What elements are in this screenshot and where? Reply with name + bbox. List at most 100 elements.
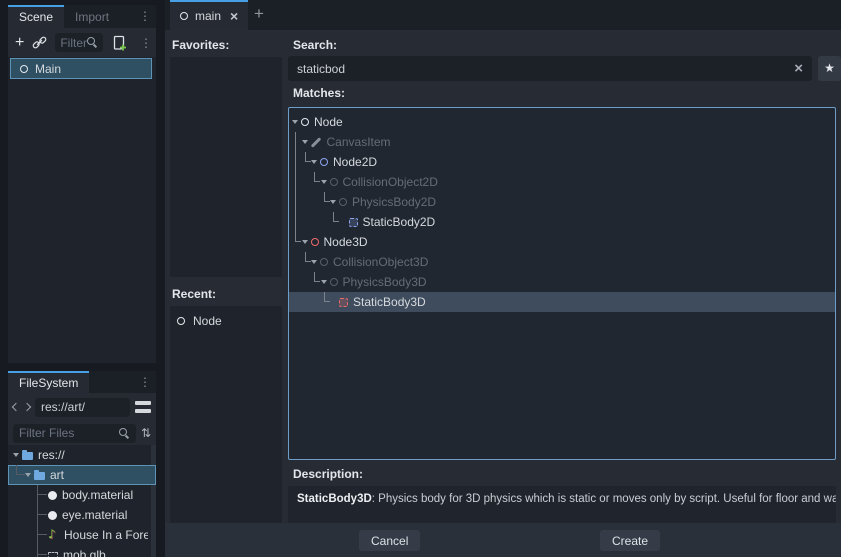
matches-label: Matches: [293,86,345,100]
dialog-button-bar: Cancel Create [165,523,841,557]
filter-files-input[interactable]: Filter Files [13,424,136,443]
pencil-icon [311,137,322,148]
scene-tab-main[interactable]: main × [170,0,248,30]
filesystem-filter-row: Filter Files ⇅ [8,421,156,445]
collapse-chevron-icon[interactable] [12,445,22,465]
scene-dock-tabbar: Scene Import ⋮ [8,5,156,28]
node-type-label: Node2D [333,155,377,169]
cancel-button[interactable]: Cancel [359,530,420,551]
collapse-chevron-icon[interactable] [301,232,311,252]
scene-toolbar: + Filter ⋮ [8,28,156,57]
node-type-label: PhysicsBody3D [343,275,427,289]
node-type-label: CollisionObject3D [333,255,428,269]
clear-search-icon[interactable]: × [794,63,803,75]
ring-white-icon [177,317,185,325]
search-label: Search: [293,38,337,52]
matches-item-node2d[interactable]: Node2D [289,152,835,172]
collapse-chevron-icon[interactable] [291,112,301,132]
ring-gray-icon [330,278,338,286]
scene-toolbar-menu-icon[interactable]: ⋮ [135,34,157,52]
folder-icon [34,472,45,480]
search-icon [87,37,98,48]
matches-item-physicsbody3d[interactable]: PhysicsBody3D [289,272,835,292]
recent-item-node[interactable]: Node [170,311,282,331]
box-red-icon [339,298,348,307]
new-scene-tab-icon[interactable]: + [245,0,273,30]
file-label: mob.glb [63,548,106,557]
sphere-icon [48,511,57,520]
sphere-icon [48,491,57,500]
file-label: body.material [62,488,133,502]
toggle-split-mode-icon[interactable] [135,401,151,413]
create-button[interactable]: Create [600,530,660,551]
collapse-chevron-icon[interactable] [24,465,34,485]
audio-icon [48,529,59,542]
matches-item-physicsbody2d[interactable]: PhysicsBody2D [289,192,835,212]
node-type-label: StaticBody2D [363,215,436,229]
filesystem-item-mob-glb[interactable]: mob.glb [8,545,156,557]
tab-import[interactable]: Import [64,5,120,28]
filter-files-placeholder: Filter Files [19,426,74,440]
node-type-label: Node3D [324,235,368,249]
favorite-toggle-button[interactable]: ★ [818,56,841,81]
scene-filter-placeholder: Filter [60,36,87,50]
tree-connector [37,545,48,557]
description-box: StaticBody3D: Physics body for 3D physic… [288,486,836,523]
filesystem-item-eye-material[interactable]: eye.material [8,505,156,525]
collapse-chevron-icon[interactable] [310,152,320,172]
ring-gray-icon [320,258,328,266]
matches-item-collisionobject3d[interactable]: CollisionObject3D [289,252,835,272]
recent-list[interactable]: Node [170,306,282,523]
matches-item-staticbody3d[interactable]: StaticBody3D [289,292,835,312]
recent-label: Recent: [172,287,216,301]
filesystem-menu-icon[interactable]: ⋮ [134,371,156,394]
collapse-chevron-icon[interactable] [320,272,330,292]
ring-blue-icon [320,158,328,166]
matches-item-node[interactable]: Node [289,112,835,132]
filesystem-item-art[interactable]: art [8,465,156,485]
dock-menu-icon[interactable]: ⋮ [134,5,156,28]
path-input[interactable]: res://art/ [35,398,130,417]
scene-tab-label: main [195,9,221,23]
tab-scene[interactable]: Scene [8,5,64,28]
collapse-chevron-icon[interactable] [310,252,320,272]
filesystem-item-res-[interactable]: res:// [8,445,156,465]
favorites-label: Favorites: [172,38,229,52]
ring-gray-icon [339,198,347,206]
filesystem-item-house-in-a-forest-lo[interactable]: House In a Forest Lo [8,525,156,545]
tab-filesystem[interactable]: FileSystem [8,371,89,394]
file-label: House In a Forest Lo [64,528,148,542]
scene-tree-item-main[interactable]: Main [10,58,152,79]
matches-item-canvasitem[interactable]: CanvasItem [289,132,835,152]
ring-red-icon [311,238,319,246]
scene-filter-input[interactable]: Filter [55,33,103,52]
tree-connector [37,485,48,505]
filesystem-nav: res://art/ [8,393,156,421]
matches-item-collisionobject2d[interactable]: CollisionObject2D [289,172,835,192]
matches-item-node3d[interactable]: Node3D [289,232,835,252]
collapse-chevron-icon[interactable] [329,192,339,212]
filesystem-dock: FileSystem ⋮ res://art/ Filter Files ⇅ r… [8,371,156,557]
filesystem-item-body-material[interactable]: body.material [8,485,156,505]
matches-item-staticbody2d[interactable]: StaticBody2D [289,212,835,232]
filesystem-body: res://art/ Filter Files ⇅ res://art body.… [8,393,156,557]
favorites-list[interactable] [170,57,282,277]
search-input[interactable]: staticbod × [288,56,812,81]
instance-scene-icon[interactable] [32,35,47,50]
tree-connector [324,292,330,302]
scene-dock: Scene Import ⋮ + Filter ⋮ [8,5,156,363]
attach-script-icon[interactable] [111,35,127,51]
back-icon[interactable] [12,403,20,411]
collapse-chevron-icon[interactable] [320,172,330,192]
node-type-label: CanvasItem [327,135,391,149]
node-icon [180,12,188,20]
collapse-chevron-icon[interactable] [301,132,311,152]
forward-icon[interactable] [23,403,31,411]
description-label: Description: [293,467,363,481]
add-node-icon[interactable]: + [15,36,24,50]
close-tab-icon[interactable]: × [230,8,238,24]
filesystem-tree: res://art body.material eye.material House … [8,445,156,557]
scene-tab-bar: main × + [165,0,841,30]
description-term: StaticBody3D [297,493,372,505]
sort-files-icon[interactable]: ⇅ [141,426,151,440]
